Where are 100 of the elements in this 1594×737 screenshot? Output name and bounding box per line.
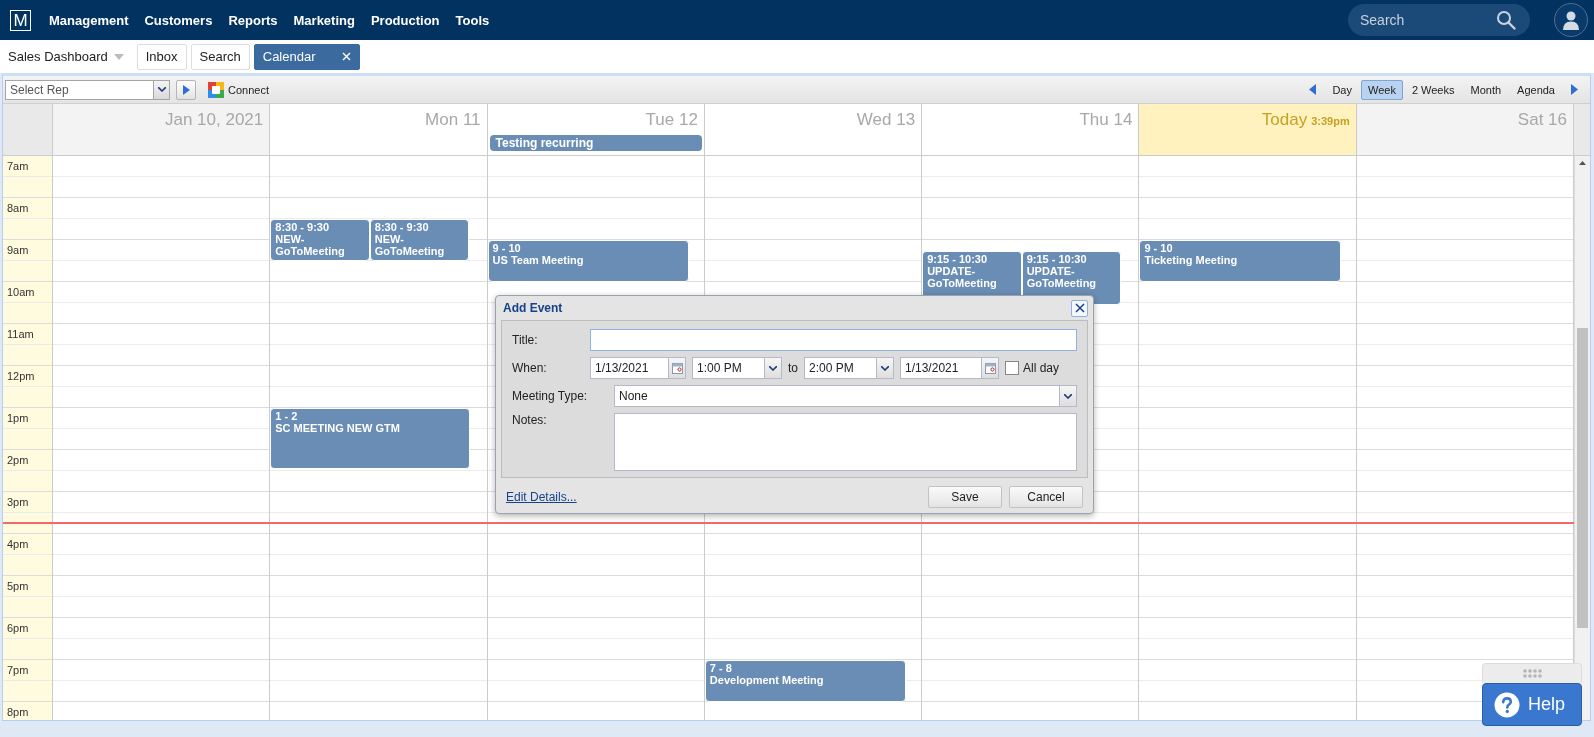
event-time: 8:30 - 9:30 xyxy=(275,221,331,233)
caret-icon xyxy=(769,365,777,371)
event-time: 7 - 8 xyxy=(709,662,733,674)
time-dropdown[interactable]: 1:00 PM xyxy=(692,357,764,379)
dialog-button[interactable]: Cancel xyxy=(1009,486,1083,508)
field-label: When: xyxy=(512,361,548,375)
nav-menu-item[interactable]: Customers xyxy=(144,12,213,28)
time-label: 8am xyxy=(7,202,29,214)
view-button[interactable]: Month xyxy=(1463,79,1509,100)
calendar-button[interactable] xyxy=(981,357,999,379)
scrollbar-thumb[interactable] xyxy=(1577,328,1588,628)
event-time: 8:30 - 9:30 xyxy=(374,221,430,233)
close-icon xyxy=(341,52,351,61)
view-button[interactable]: Agenda xyxy=(1510,79,1562,100)
nav-menu-item[interactable]: Management xyxy=(49,12,129,28)
calendar-button[interactable] xyxy=(668,357,686,379)
event-title: UPDATE-GoToMeeting xyxy=(1026,264,1098,289)
nav-menu-item[interactable]: Marketing xyxy=(293,12,355,28)
left-triangle-icon xyxy=(1309,84,1317,95)
logo: M xyxy=(10,9,31,31)
day-label: Jan 10, 2021 xyxy=(164,110,264,130)
time-label: 6pm xyxy=(7,622,29,634)
caret-icon xyxy=(881,365,889,371)
nav-menu-item[interactable]: Reports xyxy=(228,12,278,28)
dropdown-button[interactable] xyxy=(1059,385,1077,407)
tab[interactable]: Calendar xyxy=(253,43,360,70)
time-label: 4pm xyxy=(7,538,29,550)
right-triangle-icon xyxy=(182,84,190,95)
edit-details-link[interactable]: Edit Details... xyxy=(506,490,577,504)
time-label: 3pm xyxy=(7,496,29,508)
rep-select-field[interactable]: Select Rep xyxy=(5,79,153,100)
event-title: Ticketing Meeting xyxy=(1144,254,1239,266)
notes-field[interactable] xyxy=(614,413,1077,471)
day-label: Tue 12 xyxy=(645,110,698,130)
question-circle-icon xyxy=(1494,691,1520,718)
calendar-icon xyxy=(671,362,683,374)
caret-icon xyxy=(157,87,166,92)
scrollbar[interactable] xyxy=(1574,156,1590,720)
event-title: UPDATE-GoToMeeting xyxy=(927,264,998,289)
right-triangle-icon xyxy=(1571,84,1578,95)
event-time: 9:15 - 10:30 xyxy=(1026,252,1088,265)
day-label: Today xyxy=(1261,110,1308,130)
dropdown-button[interactable] xyxy=(764,357,782,379)
to-label: to xyxy=(788,361,798,375)
event-title: NEW-GoToMeeting xyxy=(275,233,346,257)
day-label: Sat 16 xyxy=(1517,110,1567,130)
account-button[interactable] xyxy=(1554,3,1588,37)
time-label: 5pm xyxy=(7,580,29,592)
time-label: 1pm xyxy=(7,412,29,424)
nav-menu-item[interactable]: Production xyxy=(370,12,440,28)
checkbox-label: All day xyxy=(1023,361,1060,375)
help-button[interactable]: Help xyxy=(1482,683,1582,726)
event-time: 1 - 2 xyxy=(275,410,299,422)
drag-handle[interactable] xyxy=(1482,663,1582,683)
view-button[interactable]: Week xyxy=(1360,79,1403,100)
colored-squares-icon xyxy=(208,81,224,98)
event-time: 9:15 - 10:30 xyxy=(927,252,989,265)
event-time: 9 - 10 xyxy=(1144,242,1174,254)
close-button[interactable] xyxy=(1071,299,1088,317)
meeting-type-field[interactable]: None xyxy=(614,385,1059,407)
nav-menu-item[interactable]: Tools xyxy=(455,12,490,28)
date-field[interactable]: 1/13/2021 xyxy=(590,357,668,379)
view-button[interactable]: Day xyxy=(1325,79,1359,100)
time-dropdown[interactable]: 2:00 PM xyxy=(804,357,876,379)
time-label: 9am xyxy=(7,244,29,256)
connect-button[interactable]: Connect xyxy=(208,81,269,98)
grip-icon xyxy=(1522,669,1542,678)
checkbox[interactable] xyxy=(1005,361,1019,375)
time-label: 11am xyxy=(7,328,34,340)
time-label: 7am xyxy=(7,160,29,172)
time-label: 2pm xyxy=(7,454,29,466)
time-label: 12pm xyxy=(7,370,35,382)
day-label: Thu 14 xyxy=(1079,110,1133,130)
caret-icon xyxy=(113,53,124,60)
up-arrow-icon xyxy=(1579,161,1586,165)
event-title: US Team Meeting xyxy=(492,254,585,266)
day-label: Mon 11 xyxy=(425,110,481,130)
event-time: 9 - 10 xyxy=(492,242,522,254)
close-icon xyxy=(1074,303,1085,313)
dropdown-button[interactable] xyxy=(153,79,170,100)
day-label: Wed 13 xyxy=(856,110,916,130)
person-icon xyxy=(1562,10,1580,30)
date-field[interactable]: 1/13/2021 xyxy=(900,357,981,379)
title-field[interactable] xyxy=(590,329,1077,351)
dialog-button[interactable]: Save xyxy=(928,486,1002,508)
time-label: 10am xyxy=(7,286,35,298)
time-label: 7pm xyxy=(7,664,29,676)
event-title: SC MEETING NEW GTM xyxy=(275,422,401,434)
search-icon xyxy=(1496,10,1516,30)
calendar-icon xyxy=(984,362,996,374)
field-label: Title: xyxy=(512,333,539,347)
field-label: Notes: xyxy=(512,413,548,427)
view-button[interactable]: 2 Weeks xyxy=(1404,79,1462,100)
tab[interactable]: Search xyxy=(190,43,250,70)
go-button[interactable] xyxy=(176,79,196,100)
event-title: Development Meeting xyxy=(709,674,825,686)
tab[interactable]: Inbox xyxy=(136,43,187,70)
caret-icon xyxy=(1064,393,1072,399)
dropdown-button[interactable] xyxy=(876,357,894,379)
search-field[interactable]: Search xyxy=(1348,4,1530,36)
